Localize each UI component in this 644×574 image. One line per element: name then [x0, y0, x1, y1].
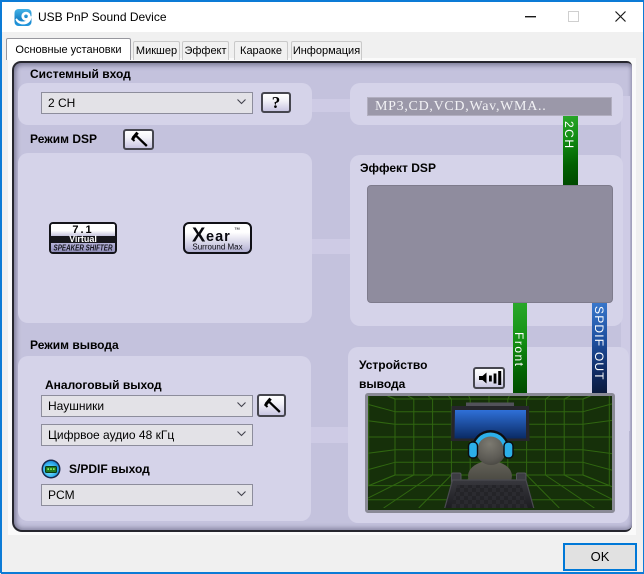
svg-text:Surround Max: Surround Max	[192, 243, 242, 252]
svg-text:™: ™	[234, 227, 240, 234]
svg-text:SPEAKER SHIFTER: SPEAKER SHIFTER	[54, 244, 113, 253]
